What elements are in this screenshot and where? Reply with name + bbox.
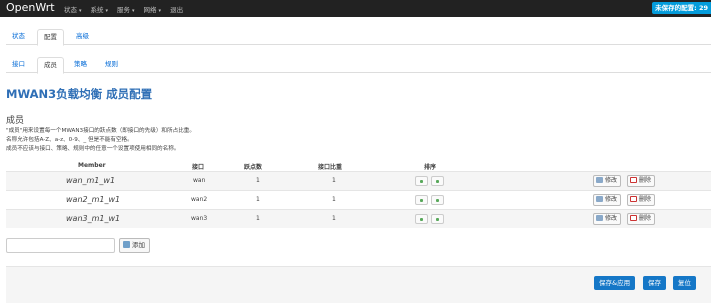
form-actions: 保存&应用 保存 复位 [6,266,711,303]
column-header-weight: 接口比重 [318,164,343,171]
member-weight: 1 [332,177,336,184]
save-button[interactable]: 保存 [643,276,666,290]
unsaved-changes-badge[interactable]: 未保存的配置: 29 [652,2,711,14]
move-down-button[interactable] [431,195,444,205]
menu-system[interactable]: 系统 ▾ [91,4,109,14]
tab-interfaces[interactable]: 接口 [6,57,31,73]
menu-logout[interactable]: 退出 [170,4,183,14]
move-down-button[interactable] [431,176,444,186]
move-down-button[interactable] [431,214,444,224]
column-header-sort: 排序 [424,164,437,171]
delete-label: 删除 [639,177,652,184]
edit-label: 修改 [605,215,618,222]
edit-icon [596,177,603,183]
column-header-interface: 接口 [192,164,205,171]
brand-logo[interactable]: OpenWrt [6,1,55,14]
edit-button[interactable]: 修改 [593,175,622,187]
delete-icon [630,177,637,183]
delete-button[interactable]: 删除 [627,175,656,187]
add-member-button[interactable]: 添加 [119,238,150,253]
member-interface: wan2 [191,196,208,203]
main-tabs: 状态 配置 高级 [6,29,711,46]
move-up-button[interactable] [415,214,428,224]
tab-config[interactable]: 配置 [37,29,64,46]
chevron-down-icon: ▾ [105,8,109,14]
reset-button[interactable]: 复位 [673,276,696,290]
menu-network[interactable]: 网络 ▾ [144,4,162,14]
tab-status[interactable]: 状态 [6,29,31,45]
member-metric: 1 [256,177,260,184]
column-header-member: Member [78,162,106,169]
edit-icon [596,196,603,202]
delete-button[interactable]: 删除 [627,213,656,225]
delete-button[interactable]: 删除 [627,194,656,206]
delete-icon [630,215,637,221]
menu-services-label: 服务 [117,6,131,14]
member-metric: 1 [256,215,260,222]
table-row: wan3_m1_w1 wan3 1 1 修改 删除 [6,209,711,228]
new-member-name-input[interactable] [6,238,115,253]
member-weight: 1 [332,215,336,222]
chevron-down-icon: ▾ [132,8,135,14]
delete-label: 删除 [639,215,652,222]
member-name: wan2_m1_w1 [66,195,121,204]
table-row: wan_m1_w1 wan 1 1 修改 删除 [6,171,711,190]
section-title: 成员 [6,116,25,126]
chevron-down-icon: ▾ [158,8,162,14]
menu-services[interactable]: 服务 ▾ [117,4,135,14]
tab-rules[interactable]: 规则 [99,57,124,73]
edit-label: 修改 [605,196,618,203]
move-up-button[interactable] [415,195,428,205]
menu-status[interactable]: 状态 ▾ [64,4,82,14]
tab-advanced[interactable]: 高级 [70,29,95,45]
sub-tabs: 接口 成员 策略 规则 [6,57,711,74]
description-line: "成员"用来设置每一个MWAN3接口的跃点数（即接口的先级）和所占比重。 [6,128,195,134]
description-line: 成员不应该与接口、策略、规则中的任意一个设置项使用相同的名称。 [6,146,180,152]
menu-network-label: 网络 [143,6,157,14]
tab-members[interactable]: 成员 [37,57,64,74]
chevron-down-icon: ▾ [79,8,82,14]
member-name: wan3_m1_w1 [66,214,121,223]
page-title: MWAN3负载均衡 成员配置 [6,87,153,101]
delete-icon [630,196,637,202]
column-header-metric: 跃点数 [244,164,263,171]
member-interface: wan [193,177,206,184]
table-header: Member 接口 跃点数 接口比重 排序 [6,161,711,171]
move-up-button[interactable] [415,176,428,186]
member-metric: 1 [256,196,260,203]
section-description: "成员"用来设置每一个MWAN3接口的跃点数（即接口的先级）和所占比重。 名称允… [6,127,195,154]
table-row: wan2_m1_w1 wan2 1 1 修改 删除 [6,190,711,209]
members-table: Member 接口 跃点数 接口比重 排序 wan_m1_w1 wan 1 1 … [6,161,711,228]
delete-label: 删除 [639,196,652,203]
menu-system-label: 系统 [90,6,104,14]
description-line: 名称允许包括A-Z、a-z、0-9、_ 但是不能有空格。 [6,137,133,143]
menu-status-label: 状态 [64,6,77,14]
tab-policies[interactable]: 策略 [68,57,93,73]
member-name: wan_m1_w1 [66,176,116,185]
edit-icon [596,215,603,221]
add-label: 添加 [132,241,145,249]
edit-button[interactable]: 修改 [593,194,622,206]
member-weight: 1 [332,196,336,203]
top-navbar: OpenWrt 状态 ▾ 系统 ▾ 服务 ▾ 网络 ▾ 退出 未保存的配置: 29 [0,0,711,17]
edit-button[interactable]: 修改 [593,213,622,225]
save-apply-button[interactable]: 保存&应用 [594,276,636,290]
edit-label: 修改 [605,177,618,184]
member-interface: wan3 [191,215,208,222]
add-icon [123,241,130,248]
top-menu: 状态 ▾ 系统 ▾ 服务 ▾ 网络 ▾ 退出 [64,4,183,14]
